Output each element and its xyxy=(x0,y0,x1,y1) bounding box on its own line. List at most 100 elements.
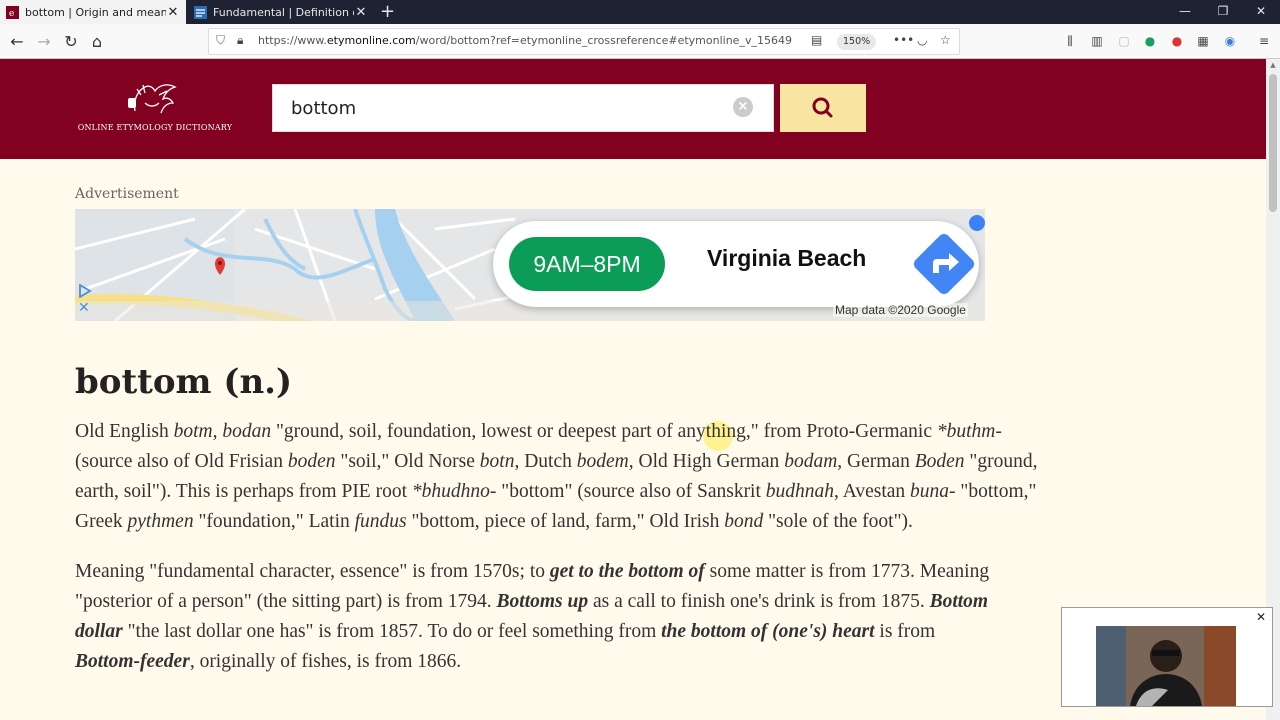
webcam-video xyxy=(1096,626,1236,706)
paragraph-text: "ground, xyxy=(964,451,1038,472)
reload-icon[interactable]: ↻ xyxy=(60,31,82,53)
paragraph-line: Meaning "fundamental character, essence"… xyxy=(75,557,989,587)
search-button[interactable] xyxy=(780,84,866,132)
entry-title: bottom (n.) xyxy=(75,362,293,402)
etymon-term: botn xyxy=(479,451,515,472)
site-header: ONLINE ETYMOLOGY DICTIONARY × xyxy=(0,59,1266,159)
paragraph-line: earth, soil"). This is perhaps from PIE … xyxy=(75,477,1036,507)
store-info-pill[interactable]: 9AM–8PM Virginia Beach xyxy=(493,221,979,307)
tab-title: Fundamental | Definition of Fu xyxy=(213,5,354,19)
browser-tab-bar: e bottom | Origin and meaning o ✕ Fundam… xyxy=(0,0,1280,24)
advertisement-label: Advertisement xyxy=(75,186,179,202)
paragraph-text: , Old High German xyxy=(628,451,785,472)
paragraph-text: Meaning "fundamental character, essence"… xyxy=(75,561,550,582)
menu-icon[interactable]: ≡ xyxy=(1256,33,1272,49)
paragraph-text: as a call to finish one's drink is from … xyxy=(588,591,930,612)
close-tab-icon[interactable]: ✕ xyxy=(166,5,180,20)
scroll-up-icon[interactable]: ▲ xyxy=(1269,61,1277,69)
etymon-term: *buthm- xyxy=(936,421,1002,442)
search-input[interactable] xyxy=(272,84,774,132)
etymon-term: boden xyxy=(287,451,336,472)
page-actions-icon[interactable]: ••• xyxy=(893,33,914,47)
directions-icon[interactable] xyxy=(911,231,977,297)
paragraph-text: is from xyxy=(874,621,936,642)
tab-bottom-etymology[interactable]: e bottom | Origin and meaning o ✕ xyxy=(0,0,186,24)
etymon-term: get to the bottom of xyxy=(549,561,705,582)
paragraph-text: "foundation," Latin xyxy=(193,511,355,532)
paragraph-line: dollar "the last dollar one has" is from… xyxy=(75,617,935,647)
lock-icon[interactable]: 🔒︎ xyxy=(237,33,243,48)
library-icon[interactable]: ⫼ xyxy=(1062,33,1078,49)
etymon-term: budhnah xyxy=(765,481,835,502)
notifications-extension-icon[interactable]: ● xyxy=(1169,33,1185,49)
pocket-icon[interactable]: ◡ xyxy=(917,33,927,47)
color-extension-icon[interactable]: ◉ xyxy=(1222,33,1238,49)
extension-grid-icon[interactable]: ▦ xyxy=(1195,33,1211,49)
paragraph-text: , Avestan xyxy=(834,481,911,502)
etymonline-favicon-icon: e xyxy=(6,5,19,19)
clear-search-icon[interactable]: × xyxy=(733,97,753,117)
paragraph-text: "bottom, piece of land, farm," Old Irish xyxy=(406,511,725,532)
map-advertisement[interactable]: ✕ 9AM–8PM Virginia Beach Map data ©2020 … xyxy=(75,209,985,321)
paragraph-line: Greek pythmen "foundation," Latin fundus… xyxy=(75,507,913,537)
sidebar-icon[interactable]: ▥ xyxy=(1089,33,1105,49)
extension-icon[interactable]: ▢ xyxy=(1116,33,1132,49)
paragraph-text: Old English xyxy=(75,421,174,442)
etymon-term: Boden xyxy=(914,451,965,472)
paragraph-text: "bottom," xyxy=(955,481,1037,502)
map-credit: Map data ©2020 Google xyxy=(833,303,968,317)
tab-fundamental-definition[interactable]: Fundamental | Definition of Fu ✕ xyxy=(188,0,374,24)
restore-icon[interactable]: ❐ xyxy=(1204,0,1242,24)
address-bar[interactable]: ⛉ 🔒︎ https://www.etymonline.com/word/bot… xyxy=(208,28,960,55)
etymon-term: Bottoms up xyxy=(496,591,589,612)
close-webcam-icon[interactable]: ✕ xyxy=(1254,610,1268,624)
close-ad-icon[interactable]: ✕ xyxy=(78,301,92,315)
tab-title: bottom | Origin and meaning o xyxy=(25,5,166,19)
etymon-term: bodem xyxy=(576,451,629,472)
paragraph-text: earth, soil"). This is perhaps from PIE … xyxy=(75,481,412,502)
paragraph-text: "ground, soil, foundation, lowest or dee… xyxy=(271,421,937,442)
etymon-term: buna- xyxy=(910,481,956,502)
webcam-overlay xyxy=(1061,607,1273,707)
paragraph-text: "bottom" (source also of Sanskrit xyxy=(496,481,766,502)
site-logo[interactable]: ONLINE ETYMOLOGY DICTIONARY xyxy=(75,81,235,137)
paragraph-text: "soil," Old Norse xyxy=(335,451,480,472)
back-icon[interactable]: ← xyxy=(6,31,28,53)
reader-view-icon[interactable]: ▤ xyxy=(811,33,822,47)
tracking-shield-icon[interactable]: ⛉ xyxy=(216,33,225,48)
etymon-term: fundus xyxy=(354,511,407,532)
paragraph-text: , Dutch xyxy=(514,451,577,472)
etymon-term: bond xyxy=(724,511,764,532)
browser-nav-bar: ← → ↻ ⌂ ⛉ 🔒︎ https://www.etymonline.com/… xyxy=(0,24,1280,59)
new-tab-icon[interactable]: + xyxy=(380,2,395,22)
bookmark-star-icon[interactable]: ☆ xyxy=(940,33,951,47)
zoom-level[interactable]: 150% xyxy=(837,34,877,50)
etymon-term: bodan xyxy=(222,421,272,442)
etymon-term: Bottom-feeder xyxy=(75,651,190,672)
search-icon xyxy=(812,97,833,118)
store-hours-badge: 9AM–8PM xyxy=(509,237,665,291)
minimize-icon[interactable]: — xyxy=(1166,0,1204,24)
paragraph-text: Greek xyxy=(75,511,128,532)
dictionary-favicon-icon xyxy=(194,5,207,19)
paragraph-text: "posterior of a person" (the sitting par… xyxy=(75,591,497,612)
svg-text:e: e xyxy=(9,9,14,19)
home-icon[interactable]: ⌂ xyxy=(86,31,108,53)
adchoices-icon[interactable] xyxy=(78,283,92,299)
paragraph-line: (source also of Old Frisian boden "soil,… xyxy=(75,447,1038,477)
etymon-term: Bottom xyxy=(929,591,989,612)
logo-text: ONLINE ETYMOLOGY DICTIONARY xyxy=(77,123,233,132)
grammarly-icon[interactable]: ● xyxy=(1142,33,1158,49)
close-tab-icon[interactable]: ✕ xyxy=(354,5,368,20)
griffin-logo-icon xyxy=(128,84,177,114)
paragraph-text: (source also of Old Frisian xyxy=(75,451,288,472)
close-window-icon[interactable]: ✕ xyxy=(1242,0,1280,24)
etymon-term: botm xyxy=(173,421,213,442)
etymon-term: bodam xyxy=(784,451,838,472)
paragraph-text: , xyxy=(212,421,223,442)
paragraph-line: Bottom-feeder, originally of fishes, is … xyxy=(75,647,461,677)
paragraph-text: , originally of fishes, is from 1866. xyxy=(189,651,462,672)
url-text[interactable]: https://www.etymonline.com/word/bottom?r… xyxy=(258,34,792,47)
scrollbar-thumb[interactable] xyxy=(1269,74,1277,212)
forward-icon[interactable]: → xyxy=(33,31,55,53)
